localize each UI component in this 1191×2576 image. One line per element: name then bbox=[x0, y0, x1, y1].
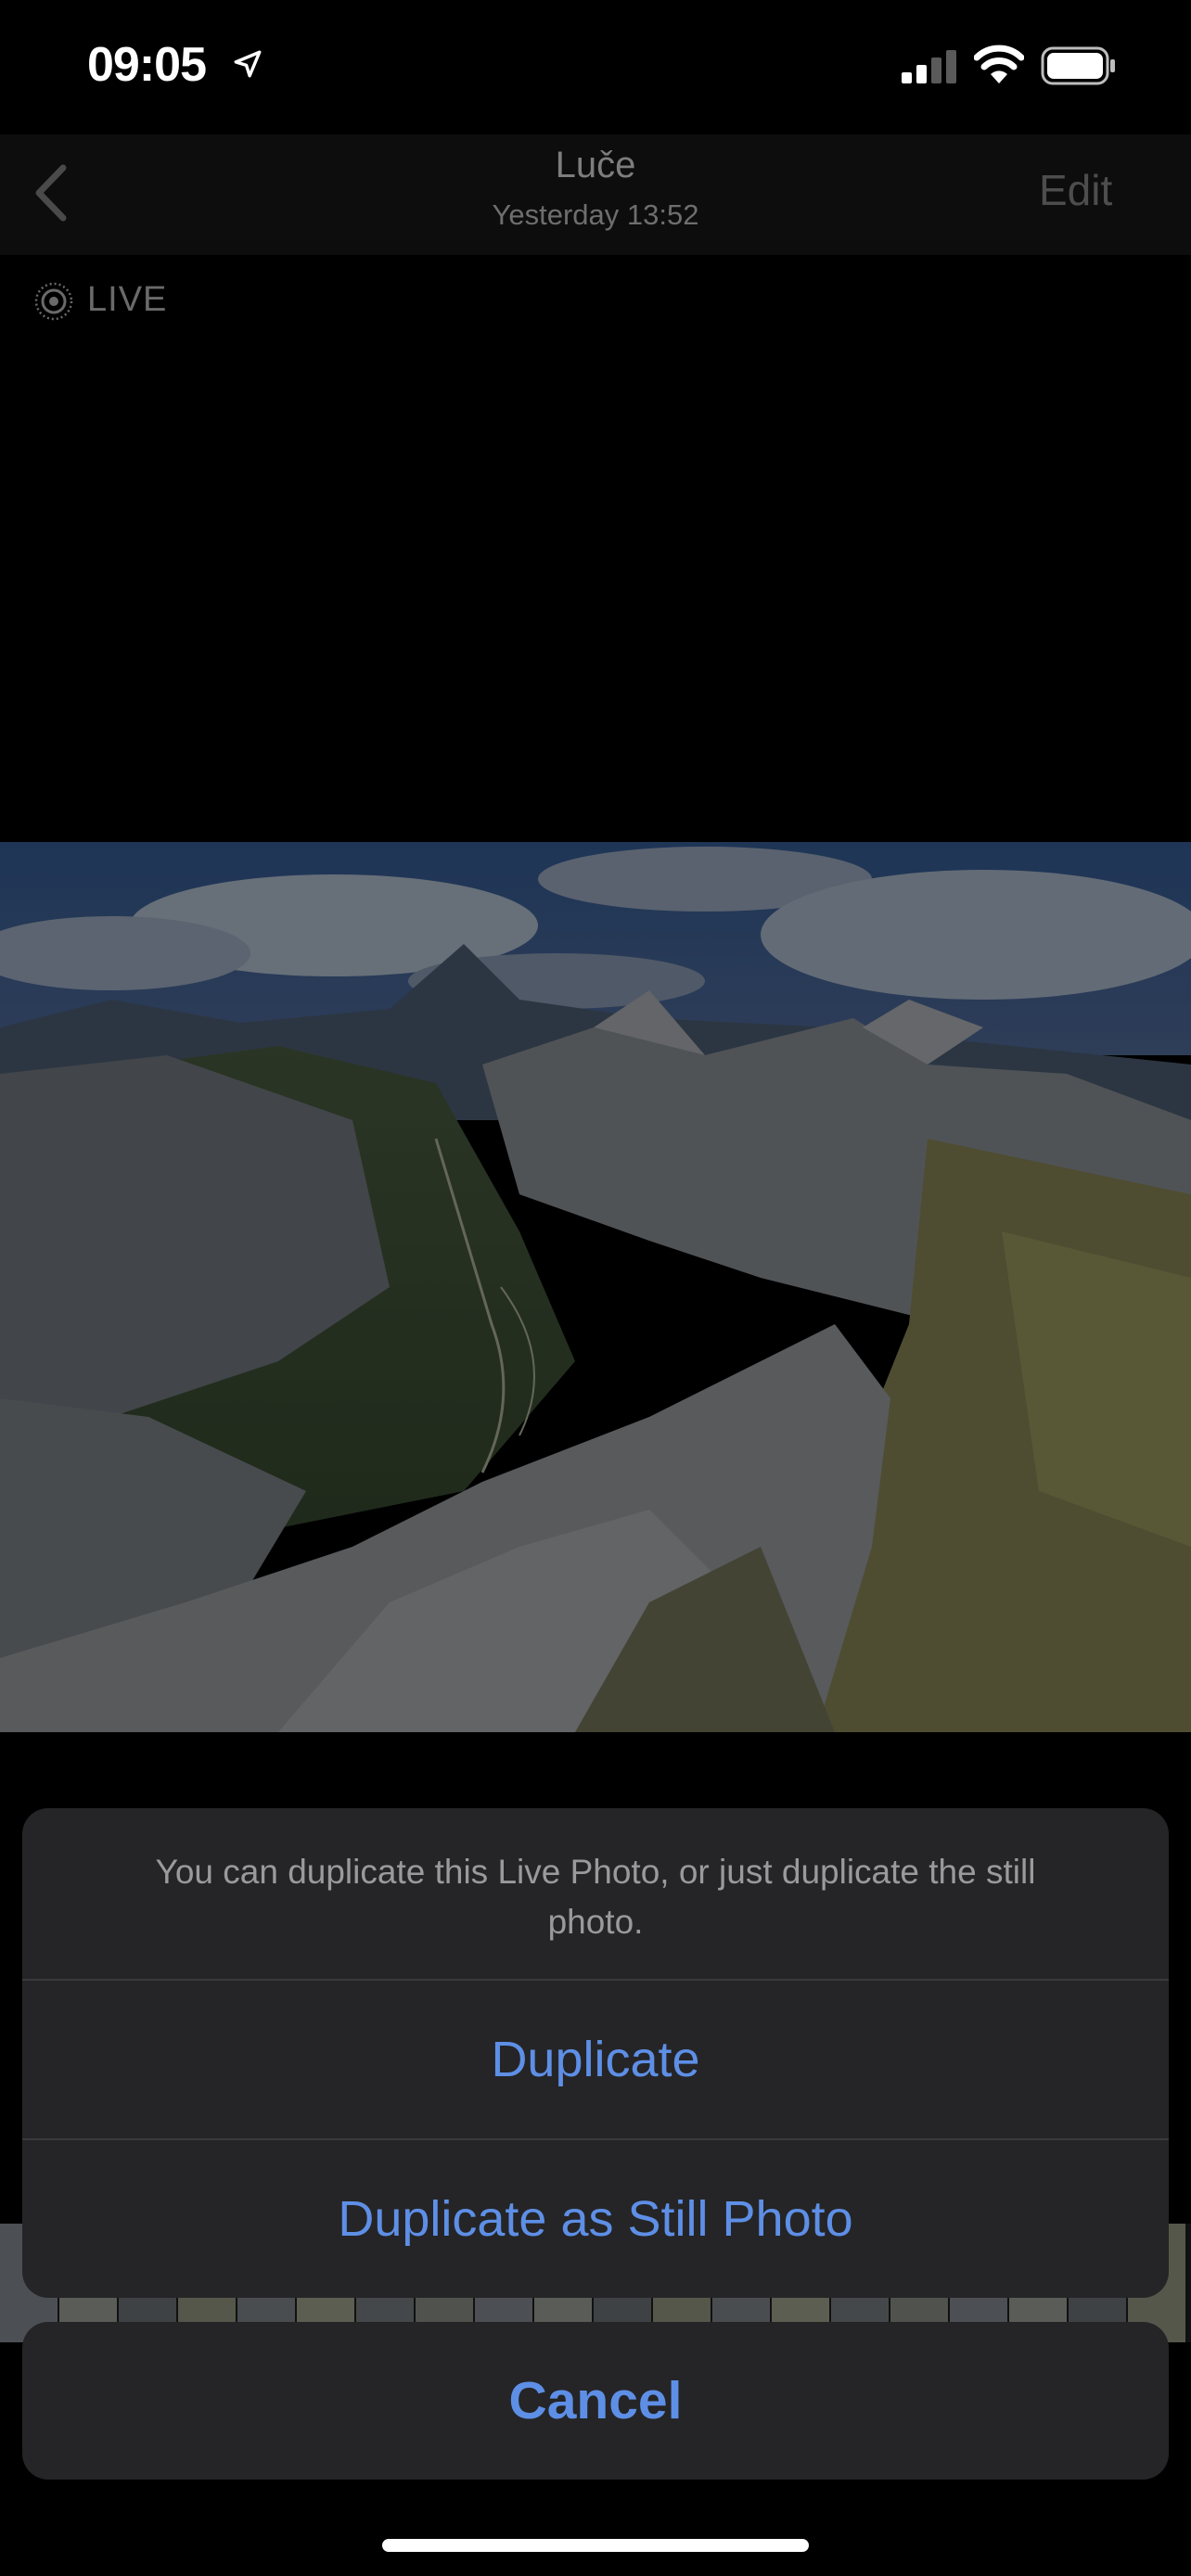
duplicate-button[interactable]: Duplicate bbox=[22, 1981, 1169, 2138]
wifi-icon bbox=[974, 45, 1024, 83]
live-photo-icon[interactable] bbox=[33, 281, 74, 322]
cancel-sheet: Cancel bbox=[22, 2322, 1169, 2480]
status-time: 09:05 bbox=[87, 38, 207, 92]
edit-button[interactable]: Edit bbox=[1039, 165, 1112, 215]
chevron-left-icon[interactable] bbox=[28, 162, 74, 223]
cellular-signal-icon bbox=[902, 50, 956, 83]
photo-image[interactable] bbox=[0, 842, 1191, 1732]
nav-title: Luče bbox=[555, 145, 636, 185]
battery-icon bbox=[1041, 46, 1115, 85]
live-label[interactable]: LIVE bbox=[87, 280, 167, 320]
location-arrow-icon bbox=[234, 50, 262, 78]
nav-subtitle: Yesterday 13:52 bbox=[492, 198, 699, 231]
cancel-button[interactable]: Cancel bbox=[22, 2322, 1169, 2480]
action-sheet-message: You can duplicate this Live Photo, or ju… bbox=[155, 1853, 1036, 1941]
duplicate-as-still-photo-button[interactable]: Duplicate as Still Photo bbox=[22, 2140, 1169, 2298]
home-indicator[interactable] bbox=[382, 2539, 809, 2552]
action-sheet: You can duplicate this Live Photo, or ju… bbox=[22, 1808, 1169, 2298]
